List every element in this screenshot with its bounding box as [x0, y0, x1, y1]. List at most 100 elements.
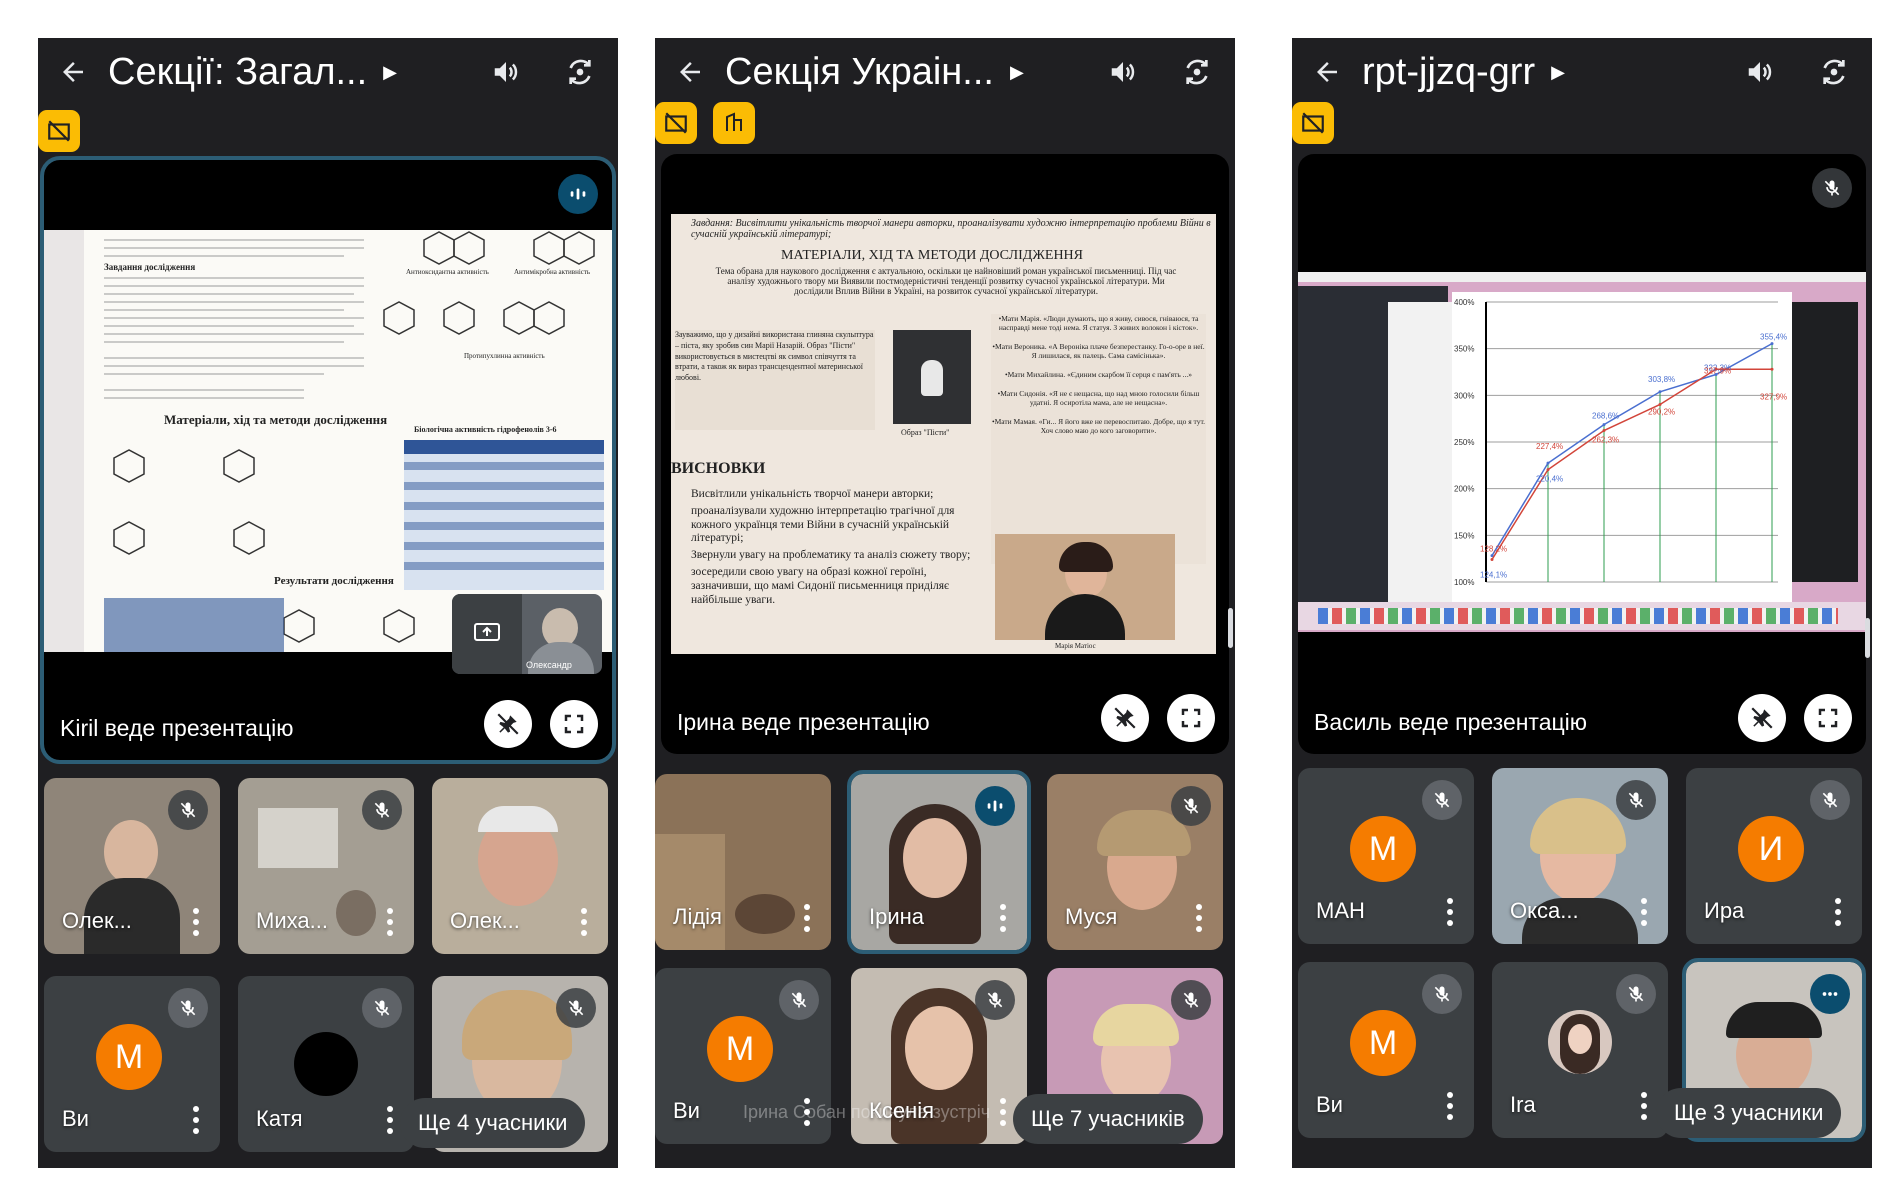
- line-chart: 400% 350% 300% 250% 200% 150% 100% 128,2% 124,1%…: [1452, 292, 1792, 602]
- speaker-icon[interactable]: [486, 48, 526, 96]
- more-options-icon[interactable]: [999, 904, 1007, 932]
- participant-name: Ви: [673, 1098, 700, 1123]
- participant-name: Олек...: [62, 908, 132, 933]
- more-participants-button[interactable]: Ще 7 учасників: [1013, 1094, 1203, 1144]
- top-bar: Секції: Загал... ▶: [38, 38, 618, 106]
- more-options-icon[interactable]: [386, 1106, 394, 1134]
- recording-off-icon[interactable]: [655, 102, 697, 144]
- caret-right-icon[interactable]: ▶: [383, 62, 397, 83]
- more-options-icon[interactable]: [1640, 898, 1648, 926]
- meeting-title[interactable]: Секція Украін...: [725, 51, 994, 94]
- switch-camera-icon[interactable]: [1177, 48, 1217, 96]
- conclusion-bullet: проаналізували художню інтерпретацію тра…: [691, 504, 955, 545]
- back-arrow-icon[interactable]: [38, 38, 108, 106]
- participant-name: Ира: [1704, 898, 1745, 923]
- participant-tile-self[interactable]: M Ви: [44, 976, 220, 1152]
- more-participants-button[interactable]: Ще 3 учасники: [1656, 1088, 1842, 1138]
- fullscreen-button[interactable]: [1167, 694, 1215, 742]
- recording-off-icon[interactable]: [38, 110, 80, 152]
- more-options-icon[interactable]: [1446, 898, 1454, 926]
- more-options-icon[interactable]: [803, 904, 811, 932]
- slide-quote: •Мати Михайлина. «Єдиним скарбом її серц…: [1004, 370, 1193, 379]
- more-options-icon[interactable]: [580, 908, 588, 936]
- y-tick-label: 100%: [1454, 578, 1474, 587]
- back-arrow-icon[interactable]: [655, 38, 725, 106]
- unpin-button[interactable]: [484, 700, 532, 748]
- more-options-icon[interactable]: [1640, 1092, 1648, 1120]
- meeting-title[interactable]: rpt-jjzq-grr: [1362, 51, 1535, 94]
- switch-camera-icon[interactable]: [1814, 48, 1854, 96]
- meet-window-1: Секції: Загал... ▶ Завдання дослідження …: [38, 38, 618, 1168]
- participant-tile[interactable]: Ira: [1492, 962, 1668, 1138]
- participant-name: Миха...: [256, 908, 328, 933]
- slide-heading-methods: Матеріали, хід та методи дослідження: [164, 412, 388, 427]
- data-point: [1490, 558, 1494, 562]
- recording-off-icon[interactable]: [1292, 102, 1334, 144]
- presentation-stage[interactable]: Завдання дослідження Матеріали, хід та м…: [40, 156, 616, 764]
- more-options-icon[interactable]: [192, 908, 200, 936]
- more-options-icon[interactable]: [999, 1098, 1007, 1126]
- participant-tile[interactable]: Олек...: [44, 778, 220, 954]
- presentation-stage[interactable]: Завдання: Висвітлити унікальність творчо…: [661, 154, 1229, 754]
- more-options-icon[interactable]: [192, 1106, 200, 1134]
- participant-tile[interactable]: И Ира: [1686, 768, 1862, 944]
- avatar: [1548, 1010, 1612, 1074]
- more-options-icon[interactable]: [1834, 898, 1842, 926]
- more-options-icon[interactable]: [1195, 904, 1203, 932]
- speaker-icon[interactable]: [1103, 48, 1143, 96]
- conclusion-bullet: Висвітлили унікальність творчої манери а…: [691, 488, 934, 500]
- participant-tile-speaking[interactable]: Ірина: [847, 770, 1031, 954]
- participant-tile[interactable]: Окса...: [1492, 768, 1668, 944]
- more-options-icon[interactable]: [1446, 1092, 1454, 1120]
- switch-camera-icon[interactable]: [560, 48, 600, 96]
- fullscreen-button[interactable]: [550, 700, 598, 748]
- more-participants-button[interactable]: Ще 4 учасники: [400, 1098, 586, 1148]
- participant-name: Ви: [1316, 1092, 1343, 1117]
- y-tick-label: 300%: [1454, 391, 1474, 400]
- data-label: 355,4%: [1760, 333, 1787, 342]
- participant-name: Лідія: [673, 904, 722, 929]
- participant-tile-self[interactable]: M Ви: [1298, 962, 1474, 1138]
- participant-name: Ірина: [869, 904, 925, 929]
- participant-tile[interactable]: Муся: [1047, 774, 1223, 950]
- data-label: 290,2%: [1648, 407, 1675, 416]
- more-options-icon[interactable]: [386, 908, 394, 936]
- participant-tile[interactable]: Лідія: [655, 774, 831, 950]
- unpin-button[interactable]: [1101, 694, 1149, 742]
- conclusion-bullet: Звернули увагу на проблематику та аналіз…: [691, 549, 971, 562]
- participant-name: Ви: [62, 1106, 89, 1131]
- data-point: [1602, 429, 1606, 433]
- participant-tile[interactable]: Олек...: [432, 778, 608, 954]
- participant-tile[interactable]: Катя: [238, 976, 414, 1152]
- data-point: [1602, 423, 1606, 427]
- participant-name: Окса...: [1510, 898, 1579, 923]
- slide-heading-task: Завдання дослідження: [104, 262, 196, 272]
- participant-tile[interactable]: Миха...: [238, 778, 414, 954]
- series-line: [1491, 342, 1773, 557]
- data-label: 268,6%: [1592, 412, 1619, 421]
- data-label: 220,4%: [1536, 475, 1563, 484]
- y-tick-label: 200%: [1454, 485, 1474, 494]
- scrollbar[interactable]: [1865, 618, 1870, 658]
- speaking-indicator-icon: [1810, 974, 1850, 1014]
- left-meeting-notice: Ірина Собан покинула зустріч: [743, 1102, 991, 1122]
- presenter-caption: Kiril веде презентацію: [60, 715, 294, 741]
- participant-tile[interactable]: M МАН: [1298, 768, 1474, 944]
- caret-right-icon[interactable]: ▶: [1010, 62, 1024, 83]
- stop-share-icon[interactable]: [452, 594, 522, 674]
- slide-label-antitumor: Протипухлинна активність: [464, 352, 545, 360]
- presentation-stage[interactable]: 400% 350% 300% 250% 200% 150% 100% 128,2% 124,1%…: [1298, 154, 1866, 754]
- unpin-button[interactable]: [1738, 694, 1786, 742]
- scrollbar[interactable]: [1228, 608, 1233, 648]
- speaking-indicator-icon: [975, 786, 1015, 826]
- meeting-title[interactable]: Секції: Загал...: [108, 51, 367, 94]
- presenter-pip[interactable]: Олександр: [452, 594, 602, 674]
- meet-window-3: rpt-jjzq-grr ▶ 400% 350% 300% 250% 200% …: [1292, 38, 1872, 1168]
- mic-off-icon: [975, 980, 1015, 1020]
- caret-right-icon[interactable]: ▶: [1551, 62, 1565, 83]
- fullscreen-button[interactable]: [1804, 694, 1852, 742]
- slide-quote: •Мати Мамая. «Ги... Я його вже не перево…: [991, 417, 1206, 435]
- companion-mode-icon[interactable]: [713, 102, 755, 144]
- back-arrow-icon[interactable]: [1292, 38, 1362, 106]
- speaker-icon[interactable]: [1740, 48, 1780, 96]
